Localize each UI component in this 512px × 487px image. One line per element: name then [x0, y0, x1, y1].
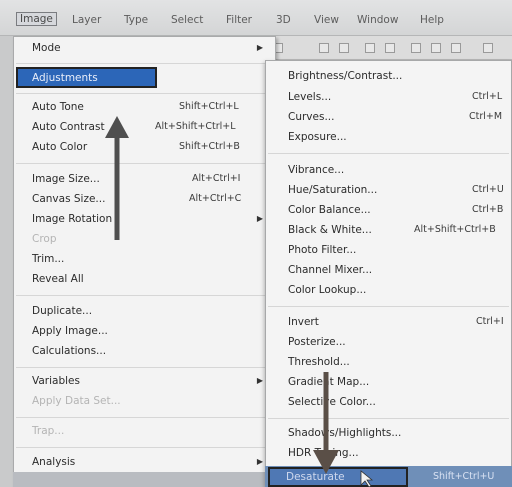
mouse-cursor-icon — [360, 470, 374, 487]
annotation-overlay — [105, 116, 374, 487]
down-arrow-icon — [313, 372, 339, 474]
up-arrow-icon — [105, 116, 129, 240]
